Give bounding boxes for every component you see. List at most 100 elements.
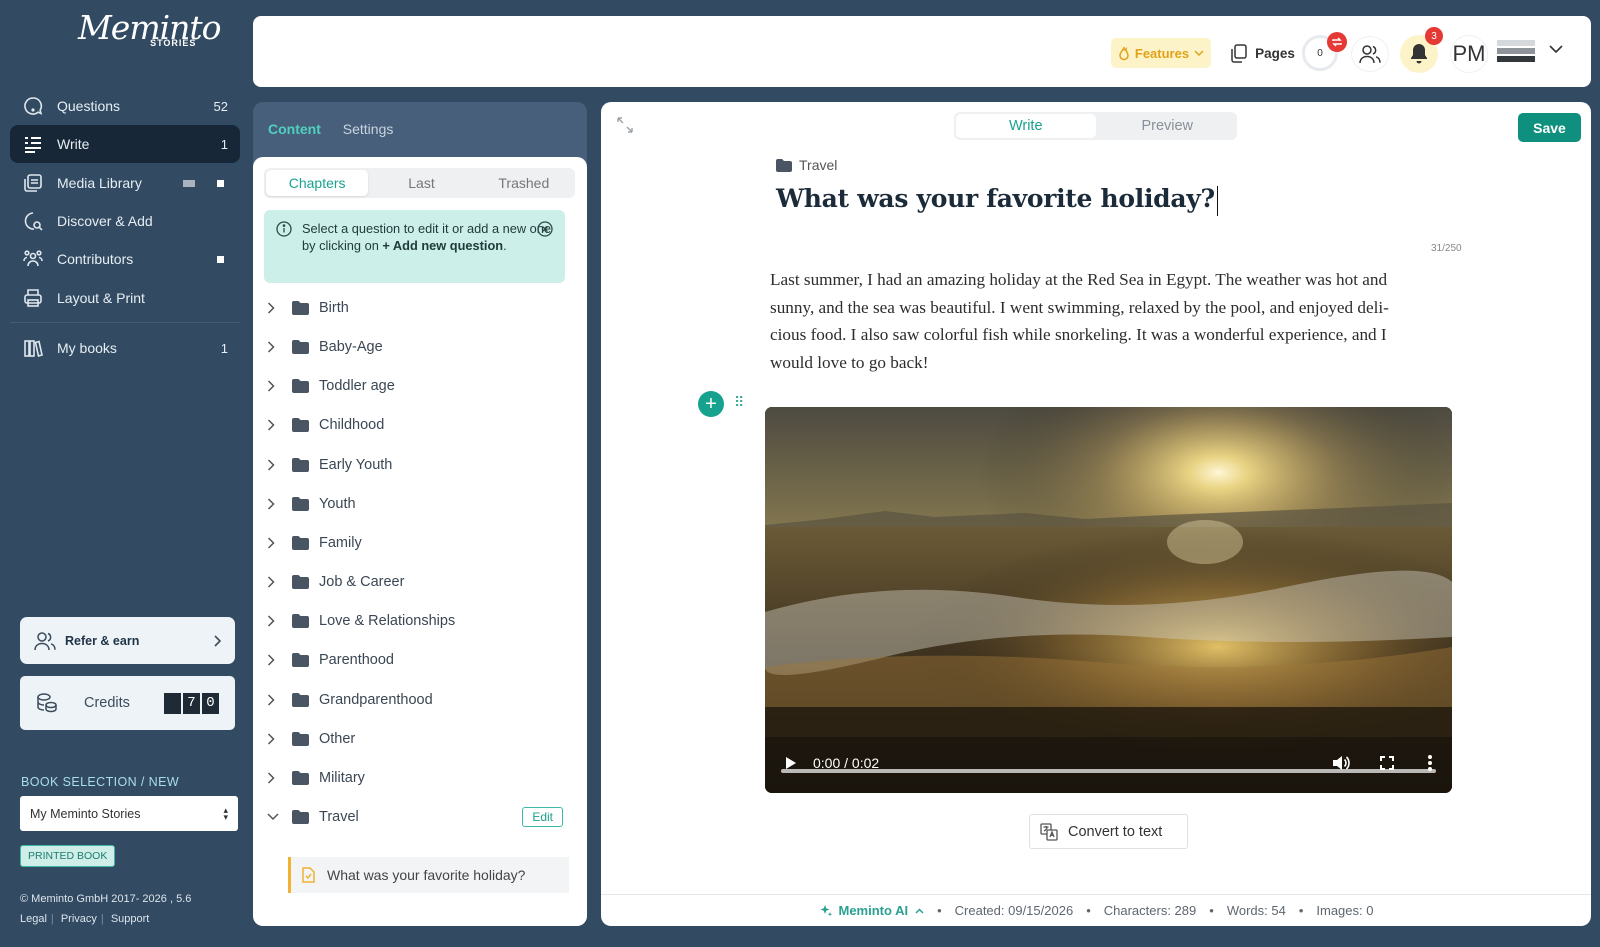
drag-handle-icon[interactable]: ⠿ <box>734 394 744 411</box>
translate-icon <box>1040 822 1058 841</box>
chapter-label: Birth <box>319 300 349 316</box>
tab-trashed[interactable]: Trashed <box>473 168 575 198</box>
play-icon[interactable] <box>785 756 797 770</box>
chevron-right-icon[interactable] <box>267 537 279 549</box>
chevron-right-icon[interactable] <box>267 380 279 392</box>
contributors-status-dot <box>217 255 224 263</box>
media-status-dot <box>217 179 224 187</box>
close-icon[interactable] <box>537 221 553 237</box>
chevron-down-icon[interactable] <box>1548 41 1564 57</box>
add-block-button[interactable]: + <box>698 391 724 417</box>
refer-earn-button[interactable]: Refer & earn <box>20 617 235 664</box>
link-divider: | <box>50 913 54 925</box>
tab-write[interactable]: Write <box>956 114 1096 138</box>
sidebar-item-my-books[interactable]: My books 1 <box>10 329 240 367</box>
notification-count: 3 <box>1431 30 1437 42</box>
support-link[interactable]: Support <box>111 913 150 925</box>
title-char-count: 31/250 <box>1431 243 1462 254</box>
edit-chapter-button[interactable]: Edit <box>522 806 563 827</box>
video-progress-bar[interactable] <box>781 769 1436 773</box>
write-preview-tabs: Write Preview <box>954 112 1237 140</box>
sidebar-item-layout-print[interactable]: Layout & Print <box>10 279 240 317</box>
meminto-logo[interactable]: Meminto STORIES <box>78 10 222 49</box>
pages-button[interactable]: Pages <box>1228 38 1298 68</box>
book-select[interactable]: My Meminto Stories ▴ ▾ <box>20 796 238 831</box>
features-button[interactable]: Features <box>1111 38 1211 68</box>
tab-content[interactable]: Content <box>268 121 321 137</box>
question-item-selected[interactable]: What was your favorite holiday? <box>288 857 569 893</box>
chevron-down-icon <box>1194 49 1204 57</box>
sidebar-item-label: Layout & Print <box>57 290 145 306</box>
save-button[interactable]: Save <box>1518 113 1581 142</box>
book-select-value: My Meminto Stories <box>30 806 141 821</box>
chapter-item[interactable]: Birth <box>253 290 587 326</box>
contributors-icon <box>22 248 44 270</box>
chevron-right-icon[interactable] <box>267 654 279 666</box>
video-player[interactable]: 0:00 / 0:02 <box>765 407 1452 793</box>
answer-line: cious food. I also saw colorful fish whi… <box>770 325 1387 344</box>
sidebar-item-questions[interactable]: Questions 52 <box>10 87 240 125</box>
folder-icon <box>292 340 309 355</box>
chevron-right-icon[interactable] <box>267 498 279 510</box>
breadcrumb[interactable]: Travel <box>776 157 837 173</box>
pages-label: Pages <box>1255 45 1295 61</box>
chevron-right-icon[interactable] <box>267 341 279 353</box>
question-title-input[interactable]: What was your favorite holiday? <box>776 184 1219 216</box>
chevron-right-icon[interactable] <box>267 733 279 745</box>
legal-link[interactable]: Legal <box>20 913 47 925</box>
tab-chapters[interactable]: Chapters <box>266 170 369 196</box>
info-text-emphasis: + Add new question <box>382 238 504 253</box>
chapter-item[interactable]: Job & Career <box>253 564 587 600</box>
avatar[interactable]: PM <box>1450 35 1488 73</box>
folder-icon <box>292 653 309 668</box>
chapter-item[interactable]: Youth <box>253 486 587 522</box>
chapter-item[interactable]: Grandparenthood <box>253 682 587 718</box>
expand-icon[interactable] <box>617 117 633 133</box>
privacy-link[interactable]: Privacy <box>61 913 97 925</box>
chapter-label: Baby-Age <box>319 339 383 356</box>
sidebar-item-count: 1 <box>220 340 228 356</box>
chevron-right-icon[interactable] <box>267 693 279 706</box>
chapter-item[interactable]: Military <box>253 760 587 796</box>
chevron-right-icon[interactable] <box>267 576 279 588</box>
sidebar-item-write[interactable]: Write 1 <box>10 125 240 163</box>
sync-icon[interactable] <box>1327 32 1347 52</box>
chapter-item[interactable]: Parenthood <box>253 642 587 678</box>
flame-icon <box>1118 46 1130 61</box>
chevron-right-icon[interactable] <box>267 459 279 471</box>
people-icon <box>34 631 56 651</box>
contributors-button[interactable] <box>1351 36 1389 72</box>
sidebar-item-contributors[interactable]: Contributors <box>10 240 240 278</box>
chapter-item[interactable]: Baby-Age <box>253 329 587 365</box>
meminto-ai-button[interactable]: Meminto AI <box>819 903 925 918</box>
chapter-item[interactable]: Love & Relationships <box>253 603 587 639</box>
answer-text-editor[interactable]: Last summer, I had an amazing holiday at… <box>770 266 1465 376</box>
convert-to-text-button[interactable]: Convert to text <box>1029 814 1188 849</box>
panel-tabs: Content Settings <box>268 121 411 137</box>
chevron-down-icon[interactable] <box>267 813 279 821</box>
write-list-icon <box>22 133 44 155</box>
chapter-item[interactable]: Family <box>253 525 587 561</box>
folder-icon <box>292 496 309 511</box>
fullscreen-icon[interactable] <box>1380 756 1394 770</box>
convert-label: Convert to text <box>1068 823 1163 840</box>
chapter-item[interactable]: Early Youth <box>253 447 587 483</box>
book-selection-label[interactable]: BOOK SELECTION / NEW <box>21 775 179 789</box>
chevron-right-icon[interactable] <box>267 419 279 431</box>
language-flag-icon[interactable] <box>1497 38 1539 64</box>
chapter-item[interactable]: Toddler age <box>253 368 587 404</box>
credits-panel[interactable]: Credits 70 <box>20 676 235 730</box>
sidebar-item-discover[interactable]: Discover & Add <box>10 202 240 240</box>
sidebar-item-media-library[interactable]: Media Library <box>10 164 240 202</box>
chapter-item[interactable]: Travel Edit <box>253 799 587 835</box>
tab-last[interactable]: Last <box>370 168 472 198</box>
chevron-right-icon[interactable] <box>267 302 279 314</box>
tab-preview[interactable]: Preview <box>1098 112 1238 140</box>
chapter-item[interactable]: Childhood <box>253 407 587 443</box>
chapter-item[interactable]: Other <box>253 721 587 757</box>
tab-settings[interactable]: Settings <box>343 121 394 137</box>
chapter-label: Grandparenthood <box>319 691 433 708</box>
sidebar-item-label: Write <box>57 136 90 152</box>
chevron-right-icon[interactable] <box>267 615 279 627</box>
chevron-right-icon[interactable] <box>267 772 279 784</box>
